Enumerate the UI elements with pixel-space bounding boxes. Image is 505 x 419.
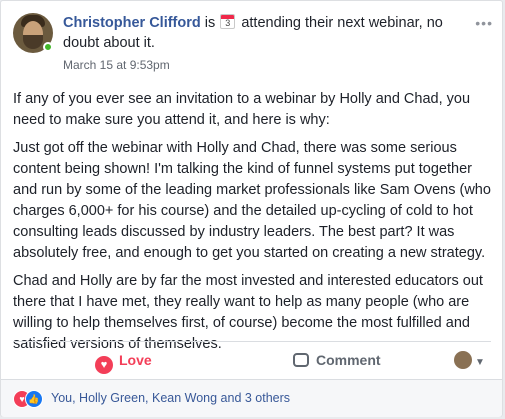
is-text: is bbox=[204, 15, 216, 31]
reaction-icons[interactable]: ♥ 👍 bbox=[13, 390, 45, 408]
post-header: Christopher Clifford is 3 attending thei… bbox=[13, 13, 493, 72]
calendar-icon: 3 bbox=[220, 14, 236, 29]
post-as-selector[interactable]: ▼ bbox=[454, 342, 485, 378]
author-link[interactable]: Christopher Clifford bbox=[63, 15, 201, 31]
post-paragraph: Just got off the webinar with Holly and … bbox=[13, 140, 491, 261]
post-paragraph: If any of you ever see an invitation to … bbox=[13, 91, 471, 128]
comment-button[interactable]: Comment bbox=[293, 342, 381, 378]
love-label: Love bbox=[119, 352, 152, 368]
post-title: Christopher Clifford is 3 attending thei… bbox=[63, 13, 468, 53]
chevron-down-icon: ▼ bbox=[475, 357, 485, 368]
love-button[interactable]: ♥ Love bbox=[95, 342, 152, 378]
comment-label: Comment bbox=[316, 352, 381, 368]
comment-icon bbox=[293, 353, 309, 367]
reactions-bar: ♥ 👍 You, Holly Green, Kean Wong and 3 ot… bbox=[1, 379, 502, 417]
like-icon: 👍 bbox=[25, 390, 43, 408]
heart-icon: ♥ bbox=[95, 356, 113, 374]
post-timestamp[interactable]: March 15 at 9:53pm bbox=[63, 58, 170, 72]
avatar bbox=[454, 351, 472, 369]
reactions-summary[interactable]: You, Holly Green, Kean Wong and 3 others bbox=[51, 380, 290, 417]
post-card: Christopher Clifford is 3 attending thei… bbox=[0, 0, 503, 417]
action-bar: ♥ Love Comment ▼ bbox=[13, 341, 491, 378]
more-options-icon[interactable]: ••• bbox=[475, 15, 493, 31]
online-status-icon bbox=[43, 42, 53, 52]
post-body: If any of you ever see an invitation to … bbox=[13, 89, 493, 362]
